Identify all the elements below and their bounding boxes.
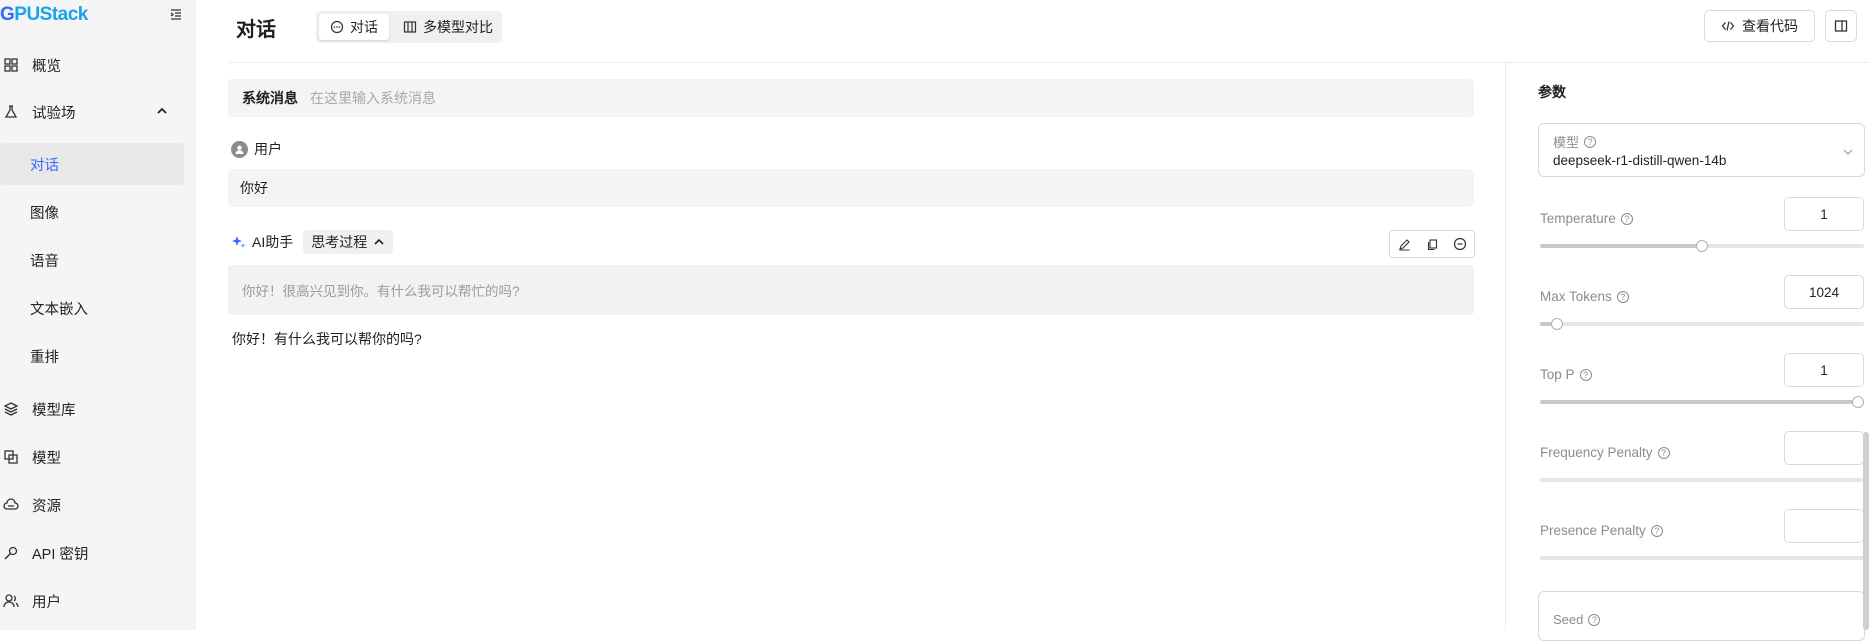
sidebar-item-label: 用户 [32, 594, 61, 611]
system-message-input[interactable] [308, 89, 1212, 107]
chevron-down-icon [1842, 145, 1854, 161]
sidebar-layout-icon [1834, 20, 1848, 32]
sidebar-subitem-embedding[interactable]: 文本嵌入 [0, 287, 184, 329]
top-p-input[interactable] [1784, 353, 1864, 387]
sidebar-item-models[interactable]: 模型 [0, 436, 61, 478]
sidebar-item-users[interactable]: 用户 [0, 580, 61, 622]
sidebar-subitem-audio[interactable]: 语音 [0, 239, 184, 281]
system-message-box: 系统消息 [228, 79, 1474, 117]
help-icon[interactable]: ? [1620, 212, 1633, 225]
sidebar-item-label: 模型 [32, 450, 61, 467]
chat-bubble-icon [330, 20, 344, 34]
sidebar-item-resources[interactable]: 资源 [0, 484, 61, 526]
help-icon[interactable]: ? [1616, 290, 1629, 303]
max-tokens-input[interactable] [1784, 275, 1864, 309]
help-icon[interactable]: ? [1588, 613, 1601, 626]
users-icon [3, 593, 19, 609]
help-icon[interactable]: ? [1650, 524, 1663, 537]
chevron-up-icon[interactable] [156, 104, 168, 116]
tab-chat[interactable]: 对话 [319, 14, 389, 40]
frequency-penalty-label: Frequency Penalty? [1540, 445, 1670, 460]
top-p-label: Top P? [1540, 367, 1592, 382]
chevron-up-icon [374, 238, 384, 245]
user-avatar-icon [231, 140, 248, 158]
models-icon [3, 449, 19, 465]
layers-icon [3, 401, 19, 417]
sparkle-icon [232, 236, 246, 248]
max-tokens-slider-handle[interactable] [1551, 318, 1563, 330]
help-icon[interactable]: ? [1657, 446, 1670, 459]
params-title: 参数 [1538, 84, 1566, 100]
toggle-params-panel-button[interactable] [1825, 10, 1857, 42]
dashboard-icon [3, 57, 19, 73]
sidebar-item-catalog[interactable]: 模型库 [0, 388, 76, 430]
tab-multi-model-compare[interactable]: 多模型对比 [396, 14, 500, 40]
help-icon[interactable]: ? [1579, 368, 1592, 381]
user-role-header: 用户 [231, 139, 282, 159]
sidebar-subitem-rerank[interactable]: 重排 [0, 335, 184, 377]
sidebar-item-api-keys[interactable]: API 密钥 [0, 532, 88, 574]
temperature-slider-handle[interactable] [1696, 240, 1708, 252]
app-logo[interactable]: GPUStack [0, 4, 88, 26]
presence-penalty-label: Presence Penalty? [1540, 523, 1663, 538]
seed-label: Seed [1553, 612, 1584, 627]
collapse-sidebar-icon[interactable] [168, 7, 184, 23]
temperature-label: Temperature? [1540, 211, 1633, 226]
presence-penalty-slider[interactable] [1540, 556, 1864, 560]
top-p-slider-handle[interactable] [1852, 396, 1864, 408]
top-p-slider[interactable] [1540, 396, 1864, 408]
help-icon[interactable]: ? [1584, 135, 1597, 148]
flask-icon [3, 104, 19, 120]
view-code-button[interactable]: 查看代码 [1704, 10, 1815, 42]
sidebar-item-label: 试验场 [32, 105, 76, 122]
sidebar-item-label: 概览 [32, 58, 61, 75]
edit-icon[interactable] [1390, 231, 1418, 257]
user-message[interactable]: 你好 [228, 169, 1474, 207]
temperature-slider[interactable] [1540, 240, 1864, 252]
sidebar-item-label: API 密钥 [32, 546, 89, 563]
sidebar-item-playground[interactable]: 试验场 [0, 91, 76, 133]
sidebar-item-label: 资源 [32, 498, 61, 515]
params-panel-divider [1505, 62, 1506, 630]
sidebar-item-label: 模型库 [32, 402, 76, 419]
sidebar-item-overview[interactable]: 概览 [0, 44, 61, 86]
frequency-penalty-input[interactable] [1784, 431, 1864, 465]
key-icon [3, 545, 19, 561]
system-message-label: 系统消息 [242, 90, 298, 106]
model-select[interactable]: 模型? deepseek-r1-distill-qwen-14b [1538, 123, 1865, 177]
thinking-content: 你好！很高兴见到你。有什么我可以帮忙的吗? [228, 265, 1474, 315]
max-tokens-label: Max Tokens? [1540, 289, 1629, 304]
frequency-penalty-slider[interactable] [1540, 478, 1864, 482]
sidebar-subitem-chat[interactable]: 对话 [0, 143, 184, 185]
ai-reply: 你好！有什么我可以帮你的吗? [232, 331, 422, 347]
mode-tabs: 对话 多模型对比 [316, 11, 502, 43]
thinking-toggle[interactable]: 思考过程 [303, 230, 394, 254]
seed-field[interactable]: Seed? [1538, 591, 1865, 641]
compare-icon [403, 21, 417, 33]
sidebar: GPUStack 概览 试验场 对话 图像 语音 文本嵌入 重排 模型库 模型 … [0, 0, 196, 630]
remove-icon[interactable] [1446, 231, 1474, 257]
message-actions [1389, 230, 1475, 258]
cloud-icon [3, 497, 19, 513]
copy-icon[interactable] [1418, 231, 1446, 257]
model-label: 模型 [1553, 135, 1580, 150]
code-icon [1721, 21, 1735, 31]
ai-role-header: AI助手 思考过程 [231, 230, 394, 254]
page-title: 对话 [236, 19, 276, 41]
temperature-input[interactable] [1784, 197, 1864, 231]
model-value: deepseek-r1-distill-qwen-14b [1553, 153, 1727, 168]
params-scrollbar[interactable] [1863, 432, 1869, 630]
max-tokens-slider[interactable] [1540, 318, 1864, 330]
presence-penalty-input[interactable] [1784, 509, 1864, 543]
header-divider [228, 62, 1869, 63]
sidebar-subitem-image[interactable]: 图像 [0, 191, 184, 233]
